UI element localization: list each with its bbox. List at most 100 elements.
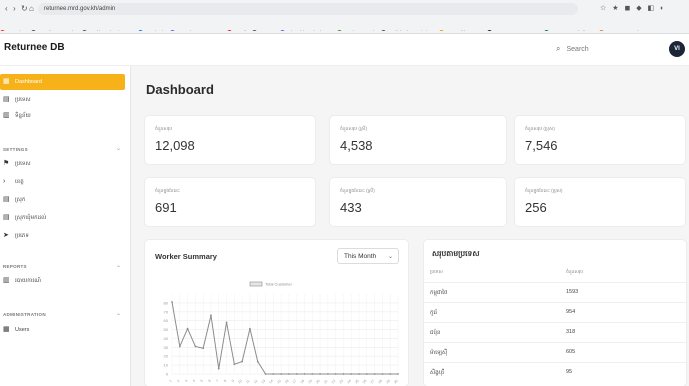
y-tick-label: 10 bbox=[164, 363, 169, 368]
sidebar-item-data[interactable]: ▥ ទិន្នន័យ bbox=[3, 109, 31, 123]
bookmark-favicon-icon bbox=[599, 30, 605, 31]
section-heading-reports[interactable]: REPORTS bbox=[3, 264, 27, 269]
bookmarks-bar: YouTube Contributor Portal - Dashboard - M… bbox=[0, 21, 689, 31]
table-row: កូរ៉េ 954 bbox=[424, 302, 686, 323]
period-dropdown[interactable]: This Month ⌄ bbox=[337, 248, 399, 264]
dropdown-value: This Month bbox=[344, 253, 377, 260]
sidebar-item-settings-commune[interactable]: ▤ ស្រុកឃុំមកដល់ bbox=[3, 211, 46, 225]
bookmark-item[interactable]: Facebook bbox=[137, 28, 164, 31]
bookmark-item[interactable]: Gmail bbox=[226, 28, 246, 31]
section-heading-administration[interactable]: ADMINISTRATION bbox=[3, 312, 46, 317]
x-tick-label: 1 bbox=[168, 379, 172, 383]
x-tick-label: 25 bbox=[354, 379, 360, 385]
x-tick-label: 6 bbox=[207, 379, 211, 383]
address-bar[interactable]: returnee.mrd.gov.kh/admin bbox=[38, 3, 578, 15]
worker-summary-chart: 010203040506070801 2 3 4 5 6 7 8 9 10 11 12 13 14 15 16… bbox=[164, 282, 399, 385]
stat-value: 4,538 bbox=[340, 138, 373, 153]
x-tick-label: 2 bbox=[176, 379, 180, 383]
stat-card-total: ចំនួនសរុប 12,098 bbox=[145, 116, 315, 164]
bookmark-favicon-icon bbox=[380, 30, 386, 31]
data-point bbox=[287, 373, 290, 375]
data-point bbox=[194, 345, 197, 348]
bookmark-item[interactable]: Convert Excel Files... bbox=[543, 28, 593, 31]
stat-card-month-male: ចំនួនក្នុងខែនេះ (ប្រុស) 256 bbox=[515, 178, 685, 226]
data-point bbox=[389, 373, 392, 375]
table-cell-country: កម្ពុជាថៃ bbox=[430, 290, 448, 296]
extension-icons[interactable]: ☆ ★ ◼ ◆ ◧ ◐ bbox=[600, 4, 666, 12]
bookmark-item[interactable]: WHOIS bbox=[251, 28, 274, 31]
x-tick-label: 18 bbox=[300, 379, 306, 385]
table-header-row: ប្រទេស ចំនួនសរុប bbox=[424, 262, 686, 283]
bookmark-label: Dashboard - Micros... bbox=[89, 30, 132, 31]
x-tick-label: 23 bbox=[339, 379, 345, 385]
bookmark-label: IT CAREER JOBS&... bbox=[494, 30, 538, 31]
bookmark-favicon-icon bbox=[30, 30, 36, 31]
sidebar-item-settings-province[interactable]: › ខេត្ត bbox=[3, 175, 24, 189]
data-point bbox=[249, 327, 251, 330]
app-title[interactable]: Returnee DB bbox=[4, 42, 65, 53]
sidebar-item-countries[interactable]: ▤ ប្រទេស bbox=[3, 93, 31, 107]
y-tick-label: 20 bbox=[164, 354, 169, 359]
bookmark-label: YouTube bbox=[7, 30, 25, 31]
doc-icon: ▤ bbox=[3, 196, 10, 203]
table-cell-country: ម៉ាឡេស៊ី bbox=[430, 350, 448, 356]
sidebar-item-settings-country[interactable]: ⚑ ប្រទេស bbox=[3, 157, 31, 171]
y-tick-label: 40 bbox=[164, 336, 169, 341]
data-point bbox=[233, 363, 236, 366]
stat-value: 7,546 bbox=[525, 138, 558, 153]
bookmark-item[interactable]: Dashboard - Micros... bbox=[81, 28, 132, 31]
table-cell-count: 318 bbox=[566, 329, 576, 335]
avatar[interactable]: VI bbox=[669, 41, 685, 57]
bookmark-favicon-icon bbox=[486, 30, 492, 31]
bookmark-favicon-icon bbox=[336, 30, 342, 31]
bookmark-item[interactable]: IT CAREER JOBS&... bbox=[486, 28, 538, 31]
sidebar-item-settings-type[interactable]: ➤ ប្រភេទ bbox=[3, 229, 29, 243]
bookmark-label: Inbox (1) - sokrolurn... bbox=[287, 30, 331, 31]
data-point bbox=[178, 345, 181, 348]
chevron-down-icon[interactable]: ⌄ bbox=[116, 145, 121, 152]
bookmark-item[interactable]: Accessible - Cost bbox=[439, 28, 481, 31]
search-placeholder: Search bbox=[566, 46, 589, 53]
x-tick-label: 28 bbox=[378, 379, 384, 385]
chevron-down-icon[interactable]: ⌄ bbox=[116, 310, 121, 317]
home-icon[interactable]: ⌂ bbox=[29, 4, 34, 13]
address-row: ‹ › ↻ ⌂ returnee.mrd.gov.kh/admin ☆ ★ ◼ … bbox=[0, 2, 689, 18]
search-box[interactable]: ⌕ Search bbox=[556, 42, 656, 56]
y-tick-label: 50 bbox=[164, 327, 169, 332]
reload-icon[interactable]: ↻ bbox=[21, 4, 28, 13]
forward-icon[interactable]: › bbox=[13, 4, 16, 13]
back-icon[interactable]: ‹ bbox=[5, 4, 8, 13]
x-tick-label: 5 bbox=[200, 379, 204, 383]
bookmark-item[interactable]: Bot (ECTT Bot) bbox=[336, 28, 375, 31]
section-heading-settings[interactable]: SETTINGS bbox=[3, 147, 28, 152]
bookmark-item[interactable]: Contributor Portal - bbox=[30, 28, 76, 31]
data-point bbox=[280, 373, 283, 375]
bookmark-favicon-icon bbox=[251, 30, 257, 31]
bookmark-item[interactable]: YouTube bbox=[0, 28, 25, 31]
arrow-icon: › bbox=[3, 178, 6, 185]
bookmark-favicon-icon bbox=[81, 30, 87, 31]
bookmark-item[interactable]: OCR PDF Word Fr... bbox=[599, 28, 647, 31]
chevron-down-icon[interactable]: ⌄ bbox=[116, 262, 121, 269]
data-point bbox=[311, 373, 314, 375]
stat-label: ចំនួនក្នុងខែនេះ (ប្រុស) bbox=[525, 188, 563, 193]
bookmark-item[interactable]: YouTube to mp3 Co... bbox=[170, 28, 221, 31]
table-cell-country: ជប៉ុន bbox=[430, 330, 441, 336]
sidebar-item-report[interactable]: ▥ របាយការណ៍ bbox=[3, 274, 41, 288]
bookmark-label: English Khmer Dictio... bbox=[388, 30, 434, 31]
sidebar-item-label: ខេត្ត bbox=[15, 179, 24, 185]
sidebar-item-settings-district[interactable]: ▤ ស្រុក bbox=[3, 193, 25, 207]
x-tick-label: 9 bbox=[231, 379, 235, 383]
x-tick-label: 4 bbox=[192, 379, 196, 383]
stat-label: ចំនួនសរុប bbox=[155, 126, 173, 131]
bookmark-favicon-icon bbox=[543, 30, 549, 31]
bookmark-item[interactable]: English Khmer Dictio... bbox=[380, 28, 434, 31]
x-tick-label: 14 bbox=[268, 379, 274, 385]
bookmark-item[interactable]: Inbox (1) - sokrolurn... bbox=[279, 28, 331, 31]
stat-card-total-male: ចំនួនសរុប (ប្រុស) 7,546 bbox=[515, 116, 685, 164]
data-point bbox=[264, 373, 267, 375]
data-point bbox=[241, 360, 244, 363]
data-point bbox=[186, 327, 189, 330]
sidebar-item-dashboard[interactable]: ▦ Dashboard bbox=[3, 74, 42, 90]
sidebar-item-users[interactable]: ▦ Users bbox=[3, 323, 29, 337]
